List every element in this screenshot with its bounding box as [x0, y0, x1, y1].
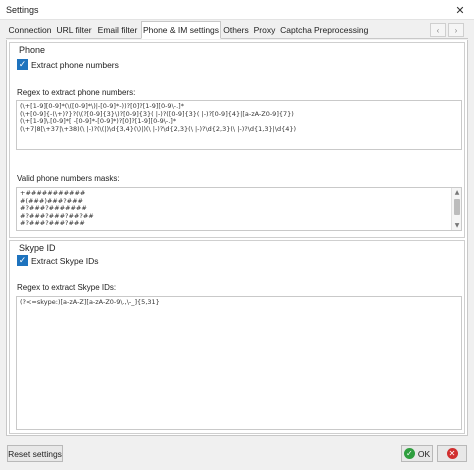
tab-captcha[interactable]: Captcha [278, 22, 314, 39]
skype-regex-line: (?<=skype:)[a-zA-Z][a-zA-Z0-9\.,\-_]{5,3… [20, 298, 160, 306]
check-icon: ✓ [17, 255, 28, 266]
tab-proxy[interactable]: Proxy [251, 22, 278, 39]
tab-email-filter[interactable]: Email filter [94, 22, 141, 39]
settings-panel: Phone ✓ Extract phone numbers Regex to e… [6, 40, 468, 436]
ok-button[interactable]: ✓ OK [401, 445, 433, 462]
masks-scrollbar[interactable]: ▲ ▼ [451, 188, 461, 230]
skype-regex-label: Regex to extract Skype IDs: [17, 283, 117, 292]
skype-group-title: Skype ID [17, 243, 58, 253]
phone-group: Phone ✓ Extract phone numbers Regex to e… [9, 42, 465, 238]
tab-others[interactable]: Others [221, 22, 251, 39]
phone-mask-line: +########### [20, 189, 86, 197]
phone-mask-line: #?###?###?### [20, 219, 85, 228]
phone-regex-textarea[interactable]: (\+[1-9][0-9]*(\([0-9]*\)|-[0-9]*-))?[0]… [16, 100, 462, 150]
window-title: Settings [6, 5, 39, 15]
title-bar: Settings ✕ [0, 0, 474, 20]
phone-mask-line: #?###?###?##?## [20, 211, 94, 220]
tab-phone-im-settings[interactable]: Phone & IM settings [141, 21, 221, 39]
skype-regex-textarea[interactable]: (?<=skype:)[a-zA-Z][a-zA-Z0-9\.,\-_]{5,3… [16, 296, 462, 430]
extract-skype-ids-checkbox[interactable]: ✓ Extract Skype IDs [17, 255, 99, 266]
phone-group-title: Phone [17, 45, 48, 55]
extract-phone-numbers-checkbox[interactable]: ✓ Extract phone numbers [17, 59, 119, 70]
extract-phone-numbers-label: Extract phone numbers [31, 59, 119, 70]
phone-masks-label: Valid phone numbers masks: [17, 174, 120, 183]
check-icon: ✓ [17, 59, 28, 70]
chevron-right-icon[interactable]: › [448, 23, 464, 37]
tab-connection[interactable]: Connection [6, 22, 54, 39]
close-icon[interactable]: ✕ [446, 0, 474, 20]
tab-url-filter[interactable]: URL filter [54, 22, 94, 39]
tab-bar: Connection URL filter Email filter Phone… [6, 21, 468, 39]
scroll-down-icon[interactable]: ▼ [452, 221, 461, 230]
tab-preprocessing[interactable]: Preprocessing [314, 22, 368, 39]
chevron-left-icon[interactable]: ‹ [430, 23, 446, 37]
extract-skype-ids-label: Extract Skype IDs [31, 255, 99, 266]
skype-group: Skype ID ✓ Extract Skype IDs Regex to ex… [9, 240, 465, 434]
cancel-icon: ✕ [446, 448, 458, 459]
phone-masks-textarea[interactable]: +########### #(###)###?### #?###?#######… [16, 187, 462, 231]
cancel-button[interactable]: ✕ [437, 445, 467, 462]
scroll-up-icon[interactable]: ▲ [452, 188, 461, 197]
ok-button-label: OK [417, 448, 431, 459]
phone-regex-label: Regex to extract phone numbers: [17, 88, 136, 97]
checkmark-icon: ✓ [403, 448, 415, 459]
reset-settings-button[interactable]: Reset settings [7, 445, 63, 462]
phone-regex-line: (\+7|8[\+37|\+38)(\ |-)?(\(|)\d{3,4}(\)|… [20, 124, 297, 133]
scroll-thumb[interactable] [454, 199, 460, 215]
